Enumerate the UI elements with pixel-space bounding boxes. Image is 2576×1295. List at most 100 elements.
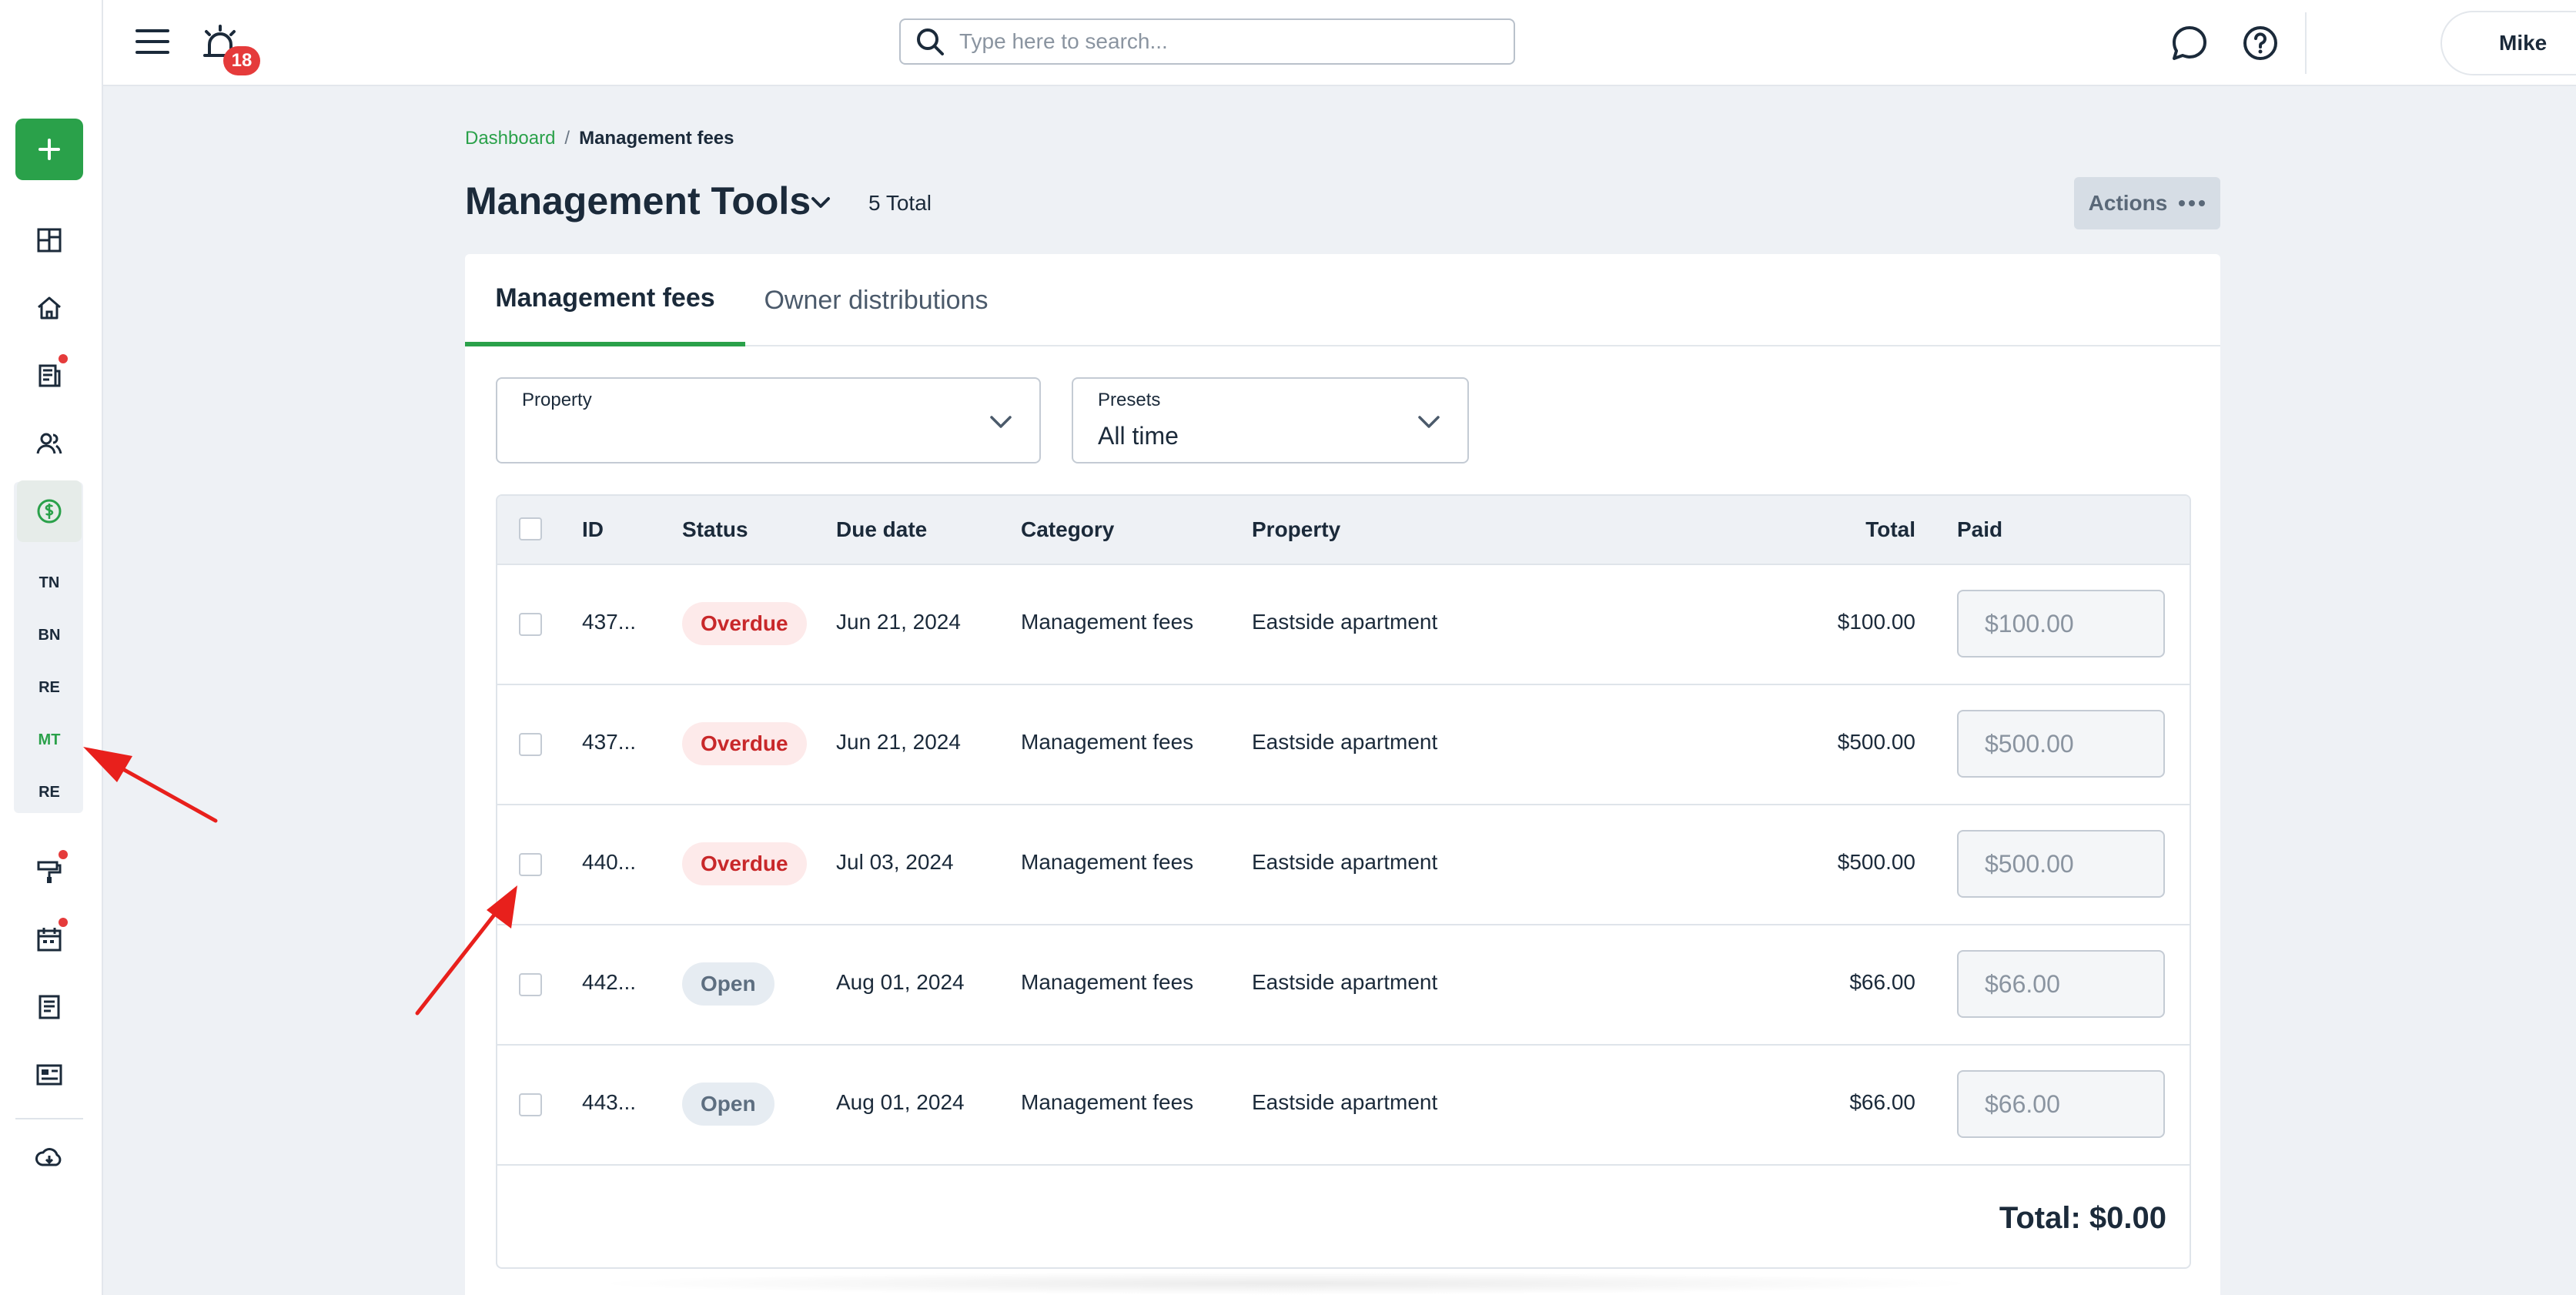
breadcrumb: Dashboard / Management fees <box>465 128 734 149</box>
calendar-icon <box>37 928 62 952</box>
user-menu[interactable]: Mike <box>2441 11 2576 75</box>
breadcrumb-dashboard-link[interactable]: Dashboard <box>465 128 555 149</box>
chevron-down-icon <box>990 416 1012 428</box>
table-row[interactable]: 443... Open Aug 01, 2024 Management fees… <box>497 1046 2190 1166</box>
row-due-date: Aug 01, 2024 <box>836 970 965 994</box>
row-due-date: Jun 21, 2024 <box>836 730 961 754</box>
tab-owner-distributions[interactable]: Owner distributions <box>745 254 1007 346</box>
topbar-divider <box>2305 12 2307 74</box>
search-box[interactable] <box>899 18 1515 65</box>
dashboard-icon <box>37 228 62 253</box>
fees-table: ID Status Due date Category Property Tot… <box>496 494 2191 1269</box>
header-id[interactable]: ID <box>582 517 604 542</box>
row-category: Management fees <box>1021 610 1194 634</box>
sidebar-sub-mt[interactable]: MT <box>17 721 82 759</box>
breadcrumb-current: Management fees <box>579 128 734 149</box>
sidebar-sub-bn[interactable]: BN <box>17 616 82 654</box>
row-property: Eastside apartment <box>1252 730 1438 754</box>
property-filter[interactable]: Property <box>496 377 1041 463</box>
header-property[interactable]: Property <box>1252 517 1340 542</box>
table-row[interactable]: 437... Overdue Jun 21, 2024 Management f… <box>497 685 2190 805</box>
sidebar-item-people[interactable] <box>17 414 82 473</box>
page-title[interactable]: Management Tools <box>465 179 811 223</box>
notification-dot <box>59 354 68 363</box>
row-checkbox[interactable] <box>519 613 542 636</box>
paid-input[interactable]: $66.00 <box>1957 1070 2165 1138</box>
search-input[interactable] <box>959 29 1498 54</box>
status-badge: Overdue <box>682 842 807 885</box>
sidebar-item-leases[interactable] <box>17 346 82 405</box>
row-id[interactable]: 442... <box>582 970 636 995</box>
row-property: Eastside apartment <box>1252 850 1438 874</box>
menu-button[interactable] <box>134 23 171 60</box>
property-filter-label: Property <box>522 390 592 410</box>
row-checkbox[interactable] <box>519 733 542 756</box>
actions-button[interactable]: Actions <box>2074 177 2220 229</box>
sidebar-item-reports[interactable] <box>17 978 82 1036</box>
dollar-icon <box>37 499 62 524</box>
card-icon <box>36 1064 62 1086</box>
row-category: Management fees <box>1021 970 1194 994</box>
sidebar-item-maintenance[interactable] <box>17 842 82 901</box>
select-all-checkbox[interactable] <box>519 517 542 540</box>
status-badge: Overdue <box>682 602 807 645</box>
table-total: Total: $0.00 <box>1999 1201 2166 1235</box>
header-total[interactable]: Total <box>1865 517 1915 542</box>
row-checkbox[interactable] <box>519 853 542 876</box>
header-paid[interactable]: Paid <box>1957 517 2002 542</box>
row-total: $500.00 <box>1837 730 1915 754</box>
list-icon <box>38 995 60 1019</box>
topbar: 18 Mike <box>103 0 2576 86</box>
header-category[interactable]: Category <box>1021 517 1114 542</box>
sidebar-item-properties[interactable] <box>17 279 82 337</box>
paid-input[interactable]: $500.00 <box>1957 830 2165 898</box>
row-total: $66.00 <box>1849 970 1915 994</box>
help-button[interactable] <box>2239 22 2282 65</box>
row-id[interactable]: 437... <box>582 610 636 634</box>
sidebar-item-listings[interactable] <box>17 1046 82 1104</box>
row-checkbox[interactable] <box>519 1093 542 1116</box>
row-id[interactable]: 437... <box>582 730 636 755</box>
row-due-date: Jul 03, 2024 <box>836 850 954 874</box>
chevron-down-icon[interactable] <box>805 188 836 219</box>
actions-label: Actions <box>2088 191 2168 215</box>
user-name: Mike <box>2499 31 2548 55</box>
row-checkbox[interactable] <box>519 973 542 996</box>
table-row[interactable]: 442... Open Aug 01, 2024 Management fees… <box>497 925 2190 1046</box>
document-icon <box>38 364 61 387</box>
people-icon <box>36 433 62 454</box>
search-icon <box>917 28 944 55</box>
add-button[interactable] <box>15 119 83 180</box>
row-total: $100.00 <box>1837 610 1915 634</box>
presets-filter-value: All time <box>1098 422 1179 450</box>
sidebar-item-calendar[interactable] <box>17 910 82 969</box>
table-row[interactable]: 440... Overdue Jul 03, 2024 Management f… <box>497 805 2190 925</box>
row-total: $66.00 <box>1849 1090 1915 1114</box>
paid-input[interactable]: $100.00 <box>1957 590 2165 658</box>
sidebar-item-accounting[interactable] <box>17 480 82 542</box>
row-property: Eastside apartment <box>1252 1090 1438 1114</box>
status-badge: Overdue <box>682 722 807 765</box>
sidebar-sub-tn[interactable]: TN <box>17 564 82 602</box>
sidebar-item-dashboard[interactable] <box>17 211 82 269</box>
presets-filter[interactable]: Presets All time <box>1072 377 1469 463</box>
paid-input[interactable]: $66.00 <box>1957 950 2165 1018</box>
status-badge: Open <box>682 1083 774 1126</box>
paid-input[interactable]: $500.00 <box>1957 710 2165 778</box>
row-due-date: Aug 01, 2024 <box>836 1090 965 1114</box>
header-status[interactable]: Status <box>682 517 748 542</box>
row-id[interactable]: 443... <box>582 1090 636 1115</box>
tab-management-fees[interactable]: Management fees <box>465 254 745 346</box>
sidebar-sub-re[interactable]: RE <box>17 668 82 707</box>
notification-count-badge: 18 <box>223 46 260 75</box>
sidebar-sub-re-2[interactable]: RE <box>17 773 82 811</box>
row-id[interactable]: 440... <box>582 850 636 875</box>
paint-roller-icon <box>37 861 62 883</box>
table-row[interactable]: 437... Overdue Jun 21, 2024 Management f… <box>497 565 2190 685</box>
table-header: ID Status Due date Category Property Tot… <box>497 496 2190 565</box>
sidebar-item-downloads[interactable] <box>17 1129 82 1187</box>
help-icon <box>2243 26 2277 60</box>
management-fees-card: Management fees Owner distributions Prop… <box>465 254 2220 1295</box>
chat-button[interactable] <box>2168 22 2211 65</box>
header-due-date[interactable]: Due date <box>836 517 927 542</box>
